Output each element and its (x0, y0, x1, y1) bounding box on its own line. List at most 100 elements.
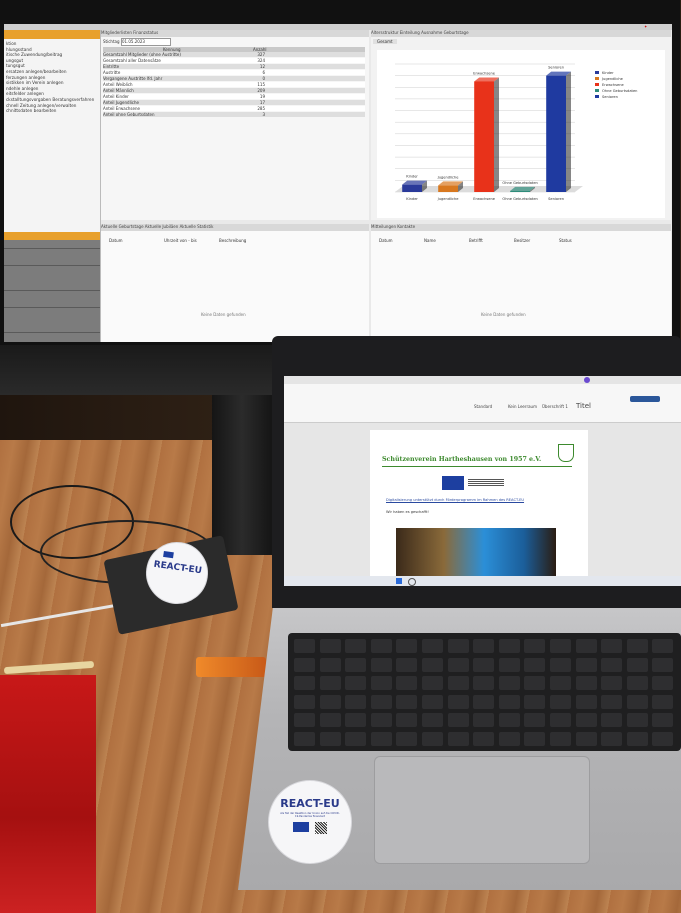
table-row[interactable]: Vergangene Austritte lfd. Jahr 0 (103, 76, 365, 81)
row-label: Vergangene Austritte lfd. Jahr (103, 76, 163, 81)
table-row[interactable]: Austritte 6 (103, 70, 365, 75)
row-label: Anteil Erwachsene (103, 106, 140, 111)
birthdays-panel: Aktuelle Geburtstage Aktuelle Jubiläen A… (101, 224, 369, 342)
row-label: Anteil Jugendliche (103, 100, 140, 105)
keyboard-key (396, 657, 418, 672)
column-header[interactable]: Datum (109, 238, 123, 243)
sidebar-item[interactable]: ferzungen anlegen (6, 75, 45, 80)
x-tick-label: Erwachsene (473, 197, 496, 201)
row-value: 0 (262, 76, 265, 81)
keyboard-key (498, 731, 520, 746)
sidebar-item[interactable]: eitsfelder anlegen (6, 91, 44, 96)
doc-body-line: Wir haben es geschafft! (386, 510, 429, 514)
keyboard-key (575, 676, 597, 690)
sidebar-item[interactable]: ungsgut (6, 58, 23, 63)
sidebar-item[interactable]: tungsgut (6, 63, 25, 68)
keyboard-key (370, 657, 392, 672)
row-value: 3 (262, 112, 265, 117)
keyboard-key (294, 694, 315, 709)
x-tick-label: Jugendliche (437, 197, 460, 201)
eu-flag-icon (163, 550, 174, 559)
age-chart-panel: Altersstruktur Einteilung Ausnahme Gebur… (371, 30, 671, 220)
sidebar-item[interactable]: ktion (6, 41, 16, 46)
keyboard-key (652, 676, 674, 690)
sidebar-header[interactable] (4, 30, 100, 39)
keyboard-key (370, 731, 392, 746)
keyboard-key (626, 713, 648, 727)
chart-tabs[interactable]: Altersstruktur Einteilung Ausnahme Gebur… (371, 30, 671, 37)
mid-tabs[interactable]: Mitgliederlisten Finanzstatus (101, 30, 369, 37)
ribbon-style-item[interactable]: Standard (474, 404, 492, 409)
table-row[interactable]: Anteil Männlich 209 (103, 88, 365, 93)
table-row[interactable]: Gesamtzahl Mitglieder (ohne Austritte) 32… (103, 52, 365, 57)
monitor-stand (212, 395, 272, 555)
table-row[interactable]: Gesamtzahl aller Datensätze 324 (103, 58, 365, 63)
legend-entry: Jugendliche (601, 77, 624, 81)
bar (474, 81, 494, 192)
chart-subtab[interactable]: Gesamt (373, 39, 397, 44)
row-value: 115 (257, 82, 265, 87)
sidebar-item[interactable]: chnell Zeitung anlegen/verwalten (6, 103, 76, 108)
keyboard-key (447, 731, 469, 746)
bar-data-label: Erwachsene (473, 71, 496, 75)
stichtag-input[interactable]: 01.05.2023 (121, 38, 171, 46)
lower-right-columns: Datum Name Betrifft Besitzer Status (371, 238, 671, 244)
column-header[interactable]: Beschreibung (219, 238, 246, 243)
ribbon-style-item[interactable]: Überschrift 1 (542, 404, 568, 409)
keyboard-key (652, 713, 674, 727)
keyboard-key (319, 657, 341, 672)
sidebar-item[interactable]: sistikken im Verein anlegen (6, 80, 64, 85)
column-header[interactable]: Besitzer (514, 238, 530, 243)
legend-swatch (595, 71, 599, 74)
keyboard-key (575, 694, 597, 709)
user-avatar[interactable] (584, 377, 590, 383)
sidebar-item[interactable]: itische Zuwendung/beitrag (6, 52, 62, 57)
keyboard-key (396, 639, 418, 653)
column-header[interactable]: Status (559, 238, 572, 243)
ribbon-style-gallery: Standard Kein Leerraum Überschrift 1 Titel (474, 402, 614, 414)
table-row[interactable]: Anteil Jugendliche 17 (103, 100, 365, 105)
keyboard-key (652, 639, 674, 653)
row-value: 209 (257, 88, 265, 93)
word-document-page: Schützenverein Hartheshausen von 1957 e.… (370, 430, 588, 586)
keyboard-key (473, 694, 495, 709)
bar-data-label: Ohne Geburtsdaten (502, 181, 537, 185)
doc-link-line[interactable]: Digitalisierung unterstützt durch Förder… (386, 498, 524, 502)
usb-stick (196, 657, 266, 677)
sidebar-item[interactable]: chnittsdaten bearbeiten (6, 108, 56, 113)
share-button[interactable] (630, 396, 660, 402)
table-row[interactable]: Anteil Erwachsene 285 (103, 106, 365, 111)
sidebar-item[interactable]: ersatzen anlegen/bearbeiten (6, 69, 67, 74)
column-header[interactable]: Betrifft (469, 238, 483, 243)
column-header[interactable]: Uhrzeit von - bis (164, 238, 197, 243)
sidebar-item[interactable]: ndehle anlegen (6, 86, 38, 91)
table-row[interactable]: Eintritte 12 (103, 64, 365, 69)
lower-left-tabs[interactable]: Aktuelle Geburtstage Aktuelle Jubiläen A… (101, 224, 369, 231)
column-header[interactable]: Name (424, 238, 436, 243)
windows-start-icon[interactable] (396, 578, 402, 584)
search-icon[interactable] (408, 578, 416, 586)
keyboard-key (370, 694, 392, 709)
keyboard-key (498, 657, 520, 672)
keyboard-key (575, 657, 597, 672)
row-label: Anteil Weiblich (103, 82, 133, 87)
table-row[interactable]: Anteil Kinder 19 (103, 94, 365, 99)
row-value: 324 (257, 58, 265, 63)
bar (510, 190, 530, 192)
sidebar-item[interactable]: hlungsstand (6, 47, 32, 52)
keyboard-key (550, 731, 571, 746)
lower-right-tabs[interactable]: Mitteilungen Kontakte (371, 224, 671, 231)
keyboard-key (422, 731, 443, 746)
ribbon-style-item[interactable]: Titel (576, 402, 591, 410)
keyboard-key (550, 639, 571, 653)
bar (402, 184, 422, 192)
table-row[interactable]: Anteil Weiblich 115 (103, 82, 365, 87)
keyboard-key (498, 713, 520, 727)
keyboard-key (626, 639, 648, 653)
legend-swatch (595, 95, 599, 98)
sidebar-item[interactable]: ckstalltungsvorgaben Beratungsverfahren (6, 97, 94, 102)
table-row[interactable]: Anteil ohne Geburtsdaten 3 (103, 112, 365, 117)
column-header[interactable]: Datum (379, 238, 393, 243)
sidebar-module-button[interactable] (4, 341, 100, 342)
ribbon-style-item[interactable]: Kein Leerraum (508, 404, 537, 409)
